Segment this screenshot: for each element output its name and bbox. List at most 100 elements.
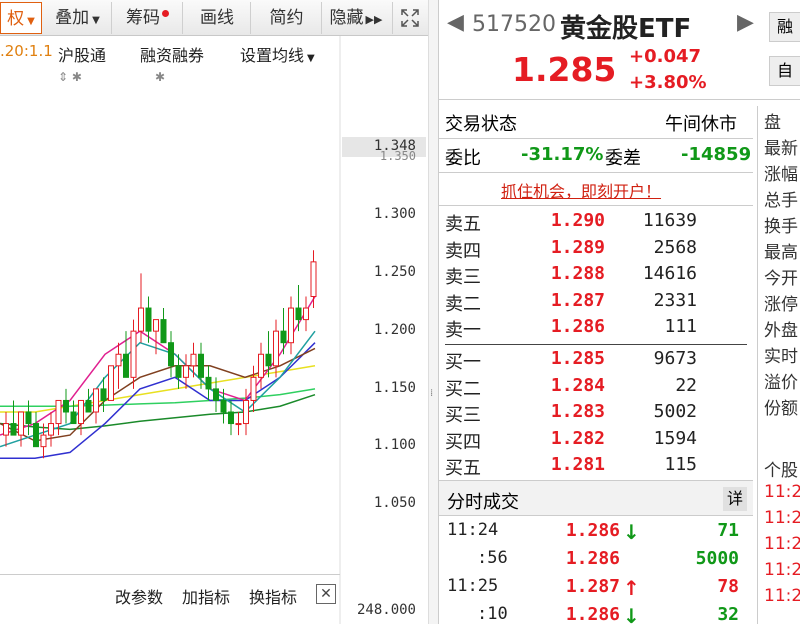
candle-body <box>243 399 249 425</box>
order-price: 1.287 <box>550 289 605 311</box>
add-indicator-button[interactable]: 加指标 <box>182 584 230 608</box>
order-price: 1.284 <box>550 374 605 396</box>
stat-field-label: 溢价 <box>764 373 798 393</box>
candle-body <box>235 423 242 426</box>
candle-body <box>265 353 272 367</box>
candle-body <box>288 307 294 344</box>
bid-diff-value: -14859 <box>681 144 752 165</box>
trades-header: 分时成交 详 <box>439 480 753 516</box>
stat-field-label: 11:2 <box>764 508 800 528</box>
candle-body <box>295 307 302 321</box>
trades-detail-button[interactable]: 详 <box>723 487 747 511</box>
candle-body <box>280 330 287 344</box>
chevron-down-icon: ▼ <box>27 16 35 27</box>
candle-body <box>40 434 47 448</box>
trade-price: 1.286 <box>565 548 620 569</box>
candle-body <box>273 330 279 367</box>
candle-body <box>18 411 24 436</box>
candle-body <box>108 365 114 401</box>
toolbar-rights-button[interactable]: 权 ▼ <box>0 2 42 34</box>
order-book-row[interactable]: 卖五 1.290 11639 <box>445 210 745 236</box>
order-volume: 5002 <box>653 401 697 422</box>
order-level-label: 买三 <box>445 405 481 426</box>
order-level-label: 卖五 <box>445 214 481 235</box>
candle-body <box>220 399 227 413</box>
stat-field-label: 11:2 <box>764 560 800 580</box>
toolbar-simple-button[interactable]: 简约 <box>252 2 322 34</box>
toolbar-hide-button[interactable]: 隐藏 ▶▶ <box>323 2 389 34</box>
order-book-row[interactable]: 买二 1.284 22 <box>445 375 745 401</box>
stock-name: 黄金股ETF <box>560 14 692 44</box>
order-book-row[interactable]: 卖四 1.289 2568 <box>445 237 745 263</box>
stat-field-label: 盘 <box>764 113 781 133</box>
candle-body <box>78 399 84 425</box>
trade-volume: 78 <box>717 576 739 597</box>
y-tick: 1.100 <box>373 437 416 453</box>
candle-body <box>153 319 159 332</box>
arrow-down-icon: ↓ <box>623 604 640 624</box>
stat-field-label: 份额 <box>764 399 798 419</box>
stat-field-label: 实时 <box>764 347 798 367</box>
open-account-link[interactable]: 抓住机会，即刻开户！ <box>501 178 661 202</box>
fullscreen-button[interactable] <box>392 2 426 34</box>
order-level-label: 卖四 <box>445 240 481 262</box>
prev-stock-icon[interactable]: ◀ <box>447 10 464 35</box>
margin-button[interactable]: 融 <box>769 12 800 42</box>
candle-body <box>145 307 152 332</box>
candle-body <box>10 423 17 436</box>
candle-body <box>310 261 317 298</box>
order-book-row[interactable]: 卖二 1.287 2331 <box>445 290 745 316</box>
candle-body <box>160 319 167 344</box>
order-book-row[interactable]: 买五 1.281 115 <box>445 454 745 480</box>
candle-body <box>183 365 189 378</box>
y-tick: 1.200 <box>373 322 416 338</box>
order-book-row[interactable]: 买三 1.283 5002 <box>445 401 745 427</box>
candle-body <box>190 353 197 367</box>
order-volume: 2568 <box>653 236 697 258</box>
arrow-down-icon: ↓ <box>623 520 640 544</box>
stat-field-label: 个股 <box>764 461 798 481</box>
toolbar-overlay-button[interactable]: 叠加 ▼ <box>44 2 112 34</box>
order-book-row[interactable]: 买一 1.285 9673 <box>445 348 745 374</box>
double-right-arrow-icon: ▶▶ <box>365 13 383 26</box>
order-book-row[interactable]: 卖一 1.286 111 <box>445 316 745 342</box>
order-level-label: 卖一 <box>445 320 481 341</box>
panel-splitter[interactable]: ⁞ <box>428 0 438 624</box>
candle-body <box>130 330 137 378</box>
quote-panel: ◀ 517520 黄金股ETF ▶ 1.285 +0.047 +3.80% 融 … <box>438 0 800 624</box>
order-book-row[interactable]: 卖三 1.288 14616 <box>445 263 745 289</box>
close-icon[interactable]: ✕ <box>316 584 336 604</box>
order-level-label: 买二 <box>445 378 481 400</box>
next-stock-icon[interactable]: ▶ <box>737 10 754 35</box>
toolbar-chips-button[interactable]: 筹码 <box>113 2 183 34</box>
price-change-pct: +3.80% <box>629 72 707 93</box>
bid-ratio-value: -31.17% <box>521 144 604 165</box>
trade-status-value: 午间休市 <box>665 114 737 135</box>
volume-tick: 248.000 <box>356 602 416 618</box>
candle-body <box>175 365 182 378</box>
trade-volume: 32 <box>717 604 739 624</box>
bid-book: 买一 1.285 9673 买二 1.284 22 买三 1.283 5002 买四 1.282 15… <box>439 346 753 482</box>
y-tick: 1.300 <box>373 206 416 222</box>
chart-toolbar: 权 ▼ 叠加 ▼ 筹码 画线 简约 隐藏 ▶▶ <box>0 0 428 36</box>
watchlist-button[interactable]: 自 <box>769 56 800 86</box>
edit-params-button[interactable]: 改参数 <box>115 584 163 608</box>
notification-dot <box>162 10 169 17</box>
trade-row: :10 1.286 ↓ 32 <box>439 604 753 624</box>
toolbar-draw-button[interactable]: 画线 <box>184 2 251 34</box>
price-change: +0.047 <box>629 46 702 67</box>
order-book-row[interactable]: 买四 1.282 1594 <box>445 428 745 454</box>
bid-ratio-label: 委比 <box>445 148 481 169</box>
trade-row: :56 1.286 5000 <box>439 548 753 576</box>
switch-indicator-button[interactable]: 换指标 <box>249 584 297 608</box>
arrow-up-icon: ↑ <box>623 576 640 600</box>
trade-time: :56 <box>477 548 508 568</box>
order-price: 1.283 <box>550 401 605 422</box>
trade-time: :10 <box>477 604 508 624</box>
trade-time: 11:25 <box>447 576 499 596</box>
candle-body <box>48 423 54 436</box>
stat-field-label: 总手 <box>764 191 798 211</box>
order-volume: 115 <box>664 454 697 475</box>
candle-body <box>198 353 204 378</box>
stat-field-label: 最新 <box>764 139 798 159</box>
